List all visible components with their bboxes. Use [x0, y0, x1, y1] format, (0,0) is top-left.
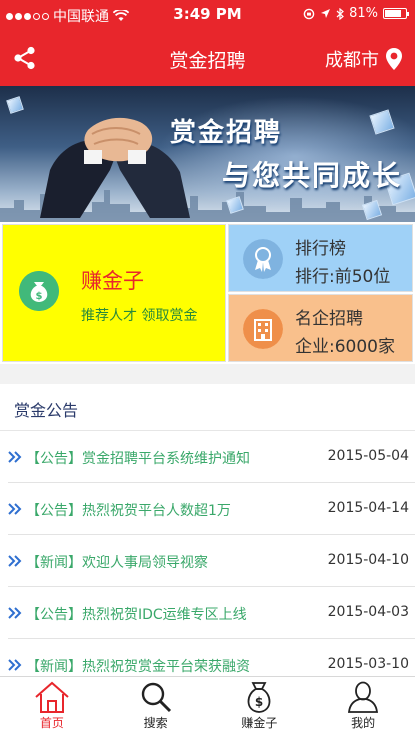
- tab-profile-label: 我的: [351, 716, 376, 730]
- section-divider: [0, 364, 415, 384]
- status-bar: 中国联通 3:49 PM 81%: [0, 0, 415, 30]
- ranking-title: 排行榜: [295, 239, 346, 259]
- announcement-title: 【公告】赏金招聘平台系统维护通知: [26, 451, 250, 467]
- banner-headline: 赏金招聘: [170, 118, 283, 148]
- ranking-subtitle: 排行:前50位: [295, 267, 391, 287]
- location-arrow-icon: [321, 9, 331, 18]
- nav-bar: 赏金招聘 成都市: [0, 30, 415, 86]
- tab-home[interactable]: 首页: [0, 677, 104, 738]
- announcements-title: 赏金公告: [14, 401, 79, 420]
- tab-profile[interactable]: 我的: [311, 677, 415, 738]
- search-icon: [141, 682, 171, 713]
- location-pin-icon: [386, 48, 402, 70]
- announcement-title: 【公告】热烈祝贺IDC运维专区上线: [26, 607, 247, 623]
- announcement-date: 2015-04-10: [327, 552, 409, 568]
- rotation-lock-icon: [303, 8, 315, 19]
- top-companies-subtitle: 企业:6000家: [295, 337, 395, 357]
- battery-percent: 81%: [349, 6, 378, 21]
- announcement-item[interactable]: 【公告】热烈祝贺平台人数超1万 2015-04-14: [8, 483, 415, 535]
- double-chevron-icon: [8, 659, 22, 671]
- profile-icon: [348, 681, 379, 713]
- tab-search-label: 搜索: [143, 716, 168, 730]
- double-chevron-icon: [8, 503, 22, 515]
- battery-icon: [383, 8, 409, 19]
- money-bag-icon: $: [19, 271, 59, 311]
- announcement-item[interactable]: 【公告】赏金招聘平台系统维护通知 2015-05-04: [8, 431, 415, 483]
- announcement-title: 【公告】热烈祝贺平台人数超1万: [26, 503, 231, 519]
- tab-earn-gold[interactable]: $ 赚金子: [208, 677, 312, 738]
- double-chevron-icon: [8, 607, 22, 619]
- award-ribbon-icon: [243, 239, 283, 279]
- svg-text:$: $: [36, 291, 43, 302]
- announcement-item[interactable]: 【公告】热烈祝贺IDC运维专区上线 2015-04-03: [8, 587, 415, 639]
- city-selector[interactable]: 成都市: [325, 46, 403, 72]
- banner-subheadline: 与您共同成长: [222, 159, 403, 192]
- earn-gold-card[interactable]: $ 赚金子 推荐人才 领取赏金: [2, 224, 226, 362]
- tab-earn-gold-label: 赚金子: [241, 716, 278, 730]
- bluetooth-icon: [336, 7, 345, 20]
- svg-text:$: $: [255, 695, 263, 709]
- announcement-date: 2015-04-03: [327, 604, 409, 620]
- ranking-card[interactable]: 排行榜 排行:前50位: [228, 224, 413, 292]
- top-companies-title: 名企招聘: [295, 309, 363, 329]
- status-right: 81%: [303, 6, 409, 21]
- double-chevron-icon: [8, 555, 22, 567]
- announcement-date: 2015-05-04: [327, 448, 409, 464]
- handshake-graphic: [40, 117, 190, 218]
- city-label: 成都市: [325, 50, 379, 71]
- announcement-date: 2015-04-14: [327, 500, 409, 516]
- announcement-list: 【公告】赏金招聘平台系统维护通知 2015-05-04 【公告】热烈祝贺平台人数…: [0, 431, 415, 691]
- earn-gold-subtitle: 推荐人才 领取赏金: [81, 308, 198, 324]
- bottom-tab-bar: 首页 搜索 $ 赚金子 我的: [0, 676, 415, 738]
- announcement-date: 2015-03-10: [327, 656, 409, 672]
- tab-search[interactable]: 搜索: [104, 677, 208, 738]
- announcement-title: 【新闻】热烈祝贺赏金平台荣获融资: [26, 659, 250, 675]
- announcement-item[interactable]: 【新闻】欢迎人事局领导视察 2015-04-10: [8, 535, 415, 587]
- tab-home-label: 首页: [39, 716, 64, 730]
- decor-cube: [6, 96, 24, 114]
- earn-gold-title: 赚金子: [81, 269, 144, 293]
- building-icon: [243, 309, 283, 349]
- double-chevron-icon: [8, 451, 22, 463]
- banner[interactable]: 赏金招聘 与您共同成长: [0, 86, 415, 222]
- money-bag-icon: $: [247, 682, 271, 713]
- top-companies-card[interactable]: 名企招聘 企业:6000家: [228, 294, 413, 362]
- home-icon: [35, 681, 69, 713]
- announcement-title: 【新闻】欢迎人事局领导视察: [26, 555, 208, 571]
